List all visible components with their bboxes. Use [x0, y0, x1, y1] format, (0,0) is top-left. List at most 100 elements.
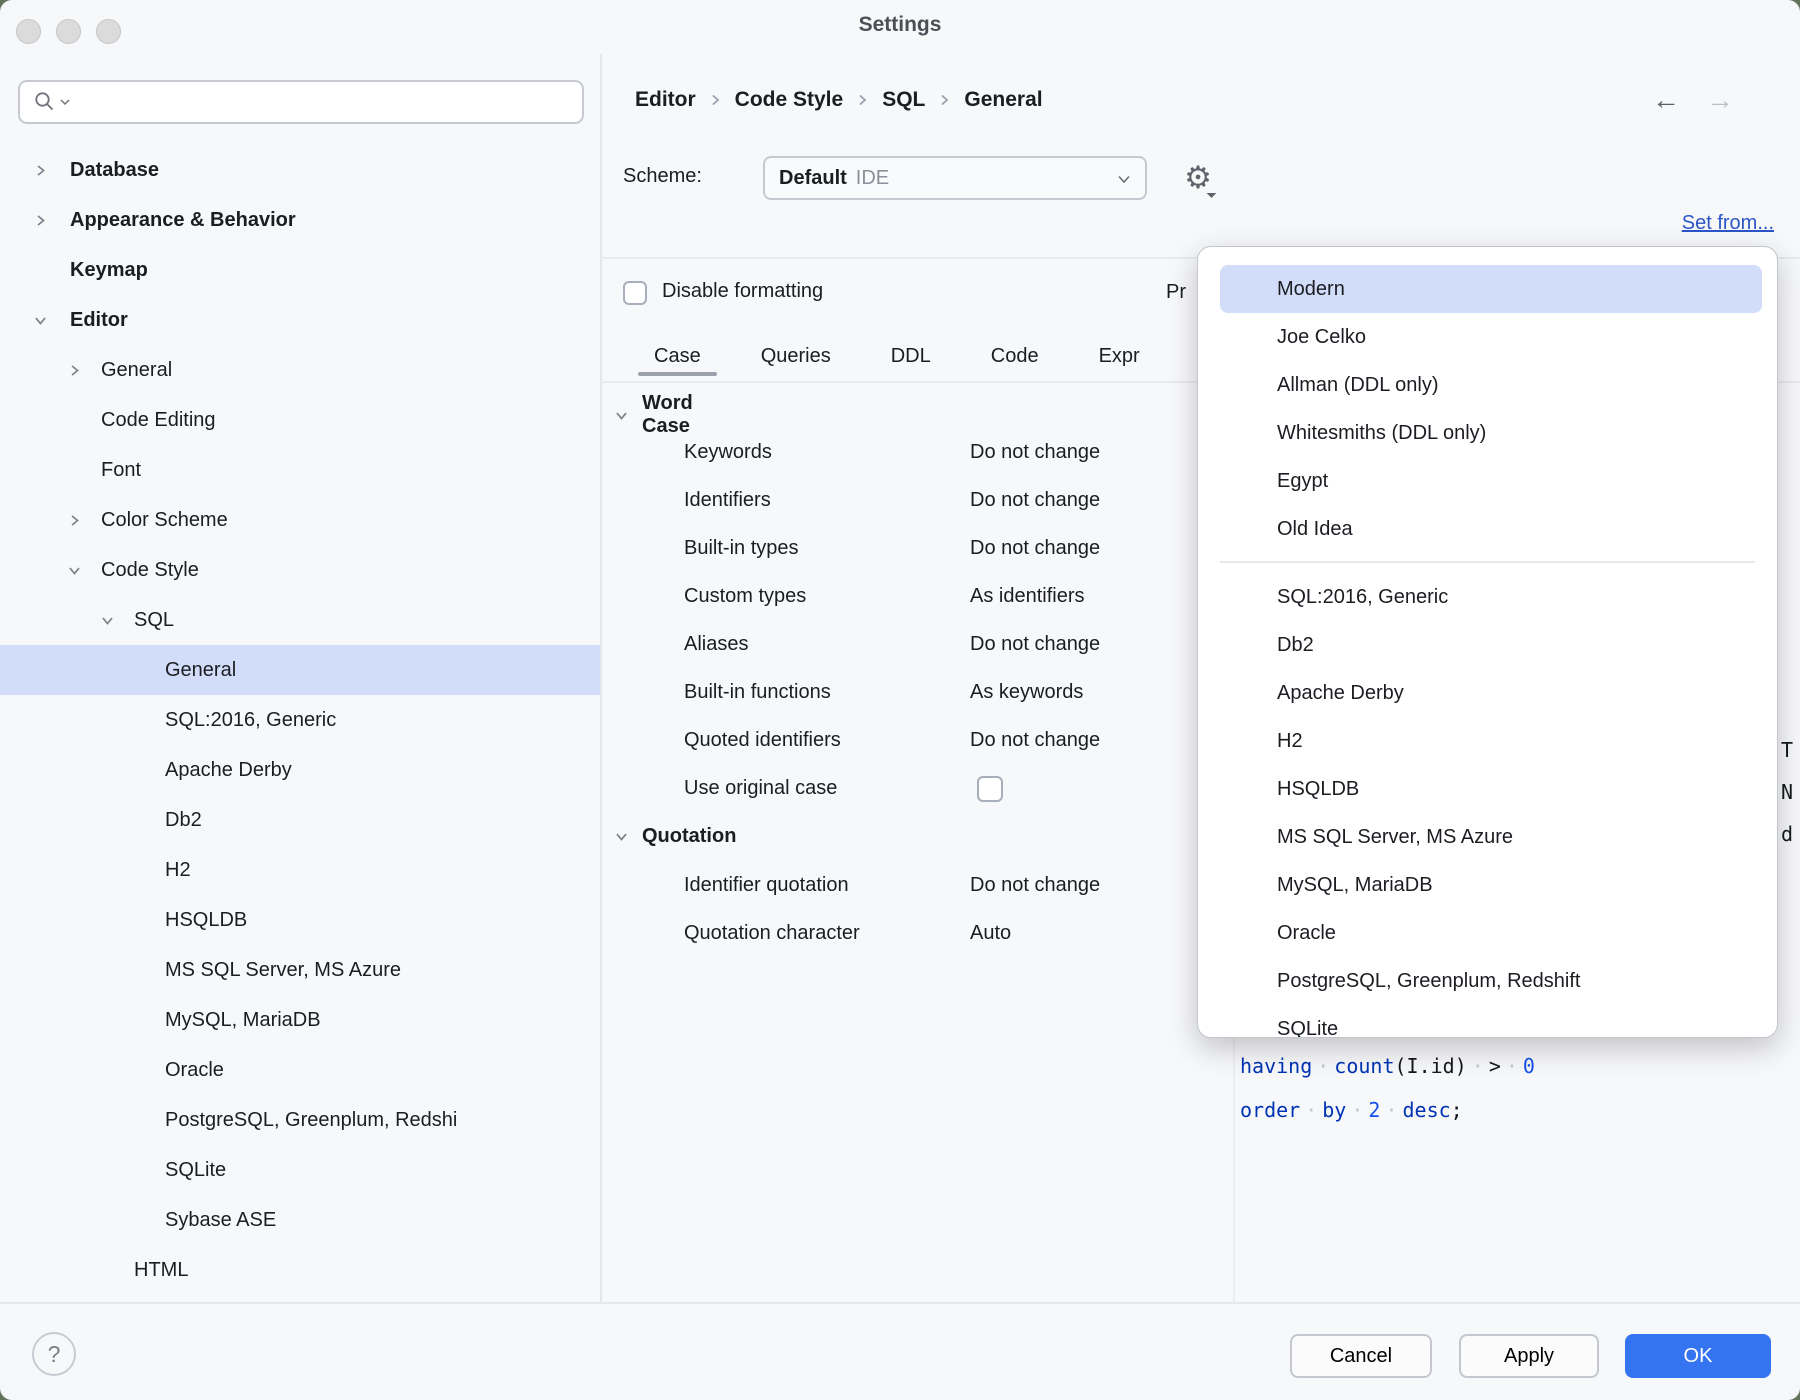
- chevron-down-icon[interactable]: [97, 614, 117, 627]
- chevron-right-icon[interactable]: [64, 364, 84, 377]
- popup-item-sql-2016-generic[interactable]: SQL:2016, Generic: [1198, 573, 1777, 621]
- scheme-actions-button[interactable]: ⚙: [1176, 156, 1220, 200]
- tree-item-ms-sql-server-ms-azure[interactable]: MS SQL Server, MS Azure: [0, 945, 600, 995]
- tab-label: Expr: [1099, 345, 1140, 368]
- popup-item-old-idea[interactable]: Old Idea: [1198, 505, 1777, 553]
- help-button[interactable]: ?: [32, 1332, 76, 1376]
- setting-label-custom-types: Custom types: [684, 585, 806, 608]
- breadcrumb-item-editor: Editor: [635, 88, 696, 112]
- chevron-right-icon[interactable]: [64, 514, 84, 527]
- popup-item-joe-celko[interactable]: Joe Celko: [1198, 313, 1777, 361]
- code-token-ws: ·: [1312, 1054, 1334, 1078]
- tree-item-label: SQL: [134, 609, 174, 632]
- popup-item-apache-derby[interactable]: Apache Derby: [1198, 669, 1777, 717]
- tree-item-mysql-mariadb[interactable]: MySQL, MariaDB: [0, 995, 600, 1045]
- code-token-ws: ·: [1346, 1098, 1368, 1122]
- chevron-right-icon[interactable]: [30, 164, 50, 177]
- popup-item-postgresql-greenplum-redshift[interactable]: PostgreSQL, Greenplum, Redshift: [1198, 957, 1777, 1005]
- scheme-combobox[interactable]: Default IDE: [763, 156, 1147, 200]
- popup-item-modern[interactable]: Modern: [1220, 265, 1762, 313]
- code-token-kw: by: [1322, 1098, 1346, 1122]
- tab-ddl[interactable]: DDL: [875, 334, 947, 378]
- tree-item-general[interactable]: General: [0, 345, 600, 395]
- tree-item-code-editing[interactable]: Code Editing: [0, 395, 600, 445]
- section-collapse-icon[interactable]: [615, 830, 628, 843]
- popup-item-whitesmiths-ddl-only[interactable]: Whitesmiths (DDL only): [1198, 409, 1777, 457]
- setting-value-keywords[interactable]: Do not change: [970, 441, 1100, 464]
- set-from-link[interactable]: Set from...: [1682, 212, 1774, 235]
- scheme-value-suffix: IDE: [856, 167, 889, 190]
- chevron-down-icon[interactable]: [30, 314, 50, 327]
- tree-item-label: Code Editing: [101, 409, 216, 432]
- tree-item-color-scheme[interactable]: Color Scheme: [0, 495, 600, 545]
- setting-label-identifiers: Identifiers: [684, 489, 771, 512]
- tree-item-apache-derby[interactable]: Apache Derby: [0, 745, 600, 795]
- tree-item-html[interactable]: HTML: [0, 1245, 600, 1295]
- section-header-quotation[interactable]: Quotation: [615, 825, 736, 848]
- section-collapse-icon[interactable]: [615, 409, 628, 422]
- tree-item-sql-2016-generic[interactable]: SQL:2016, Generic: [0, 695, 600, 745]
- tree-item-general[interactable]: General: [0, 645, 600, 695]
- apply-button[interactable]: Apply: [1459, 1334, 1599, 1378]
- tree-item-oracle[interactable]: Oracle: [0, 1045, 600, 1095]
- tree-item-db2[interactable]: Db2: [0, 795, 600, 845]
- tree-item-postgresql-greenplum-redshi[interactable]: PostgreSQL, Greenplum, Redshi: [0, 1095, 600, 1145]
- tree-item-sqlite[interactable]: SQLite: [0, 1145, 600, 1195]
- popup-item-mysql-mariadb[interactable]: MySQL, MariaDB: [1198, 861, 1777, 909]
- tree-item-label: PostgreSQL, Greenplum, Redshi: [165, 1109, 457, 1132]
- tree-item-label: HSQLDB: [165, 909, 247, 932]
- code-token-ws: ·: [1501, 1054, 1523, 1078]
- breadcrumb-item-general: General: [964, 88, 1042, 112]
- popup-item-oracle[interactable]: Oracle: [1198, 909, 1777, 957]
- code-token-kw: count: [1334, 1054, 1394, 1078]
- tree-item-keymap[interactable]: Keymap: [0, 245, 600, 295]
- back-arrow-icon[interactable]: ←: [1652, 86, 1680, 114]
- tree-item-sybase-ase[interactable]: Sybase ASE: [0, 1195, 600, 1245]
- setting-value-aliases[interactable]: Do not change: [970, 633, 1100, 656]
- setting-value-quotation-character[interactable]: Auto: [970, 922, 1011, 945]
- tab-code[interactable]: Code: [975, 334, 1055, 378]
- popup-item-db2[interactable]: Db2: [1198, 621, 1777, 669]
- code-token-ws: ·: [1300, 1098, 1322, 1122]
- cancel-button[interactable]: Cancel: [1290, 1334, 1432, 1378]
- tree-item-font[interactable]: Font: [0, 445, 600, 495]
- chevron-right-icon[interactable]: [30, 214, 50, 227]
- ok-button[interactable]: OK: [1625, 1334, 1771, 1378]
- tree-item-sql[interactable]: SQL: [0, 595, 600, 645]
- popup-item-ms-sql-server-ms-azure[interactable]: MS SQL Server, MS Azure: [1198, 813, 1777, 861]
- chevron-down-icon[interactable]: [64, 564, 84, 577]
- tree-item-label: General: [101, 359, 172, 382]
- tree-item-label: Apache Derby: [165, 759, 292, 782]
- titlebar: Settings: [0, 0, 1800, 52]
- tree-item-code-style[interactable]: Code Style: [0, 545, 600, 595]
- popup-item-hsqldb[interactable]: HSQLDB: [1198, 765, 1777, 813]
- section-header-word-case[interactable]: Word Case: [615, 392, 693, 438]
- popup-item-egypt[interactable]: Egypt: [1198, 457, 1777, 505]
- checkbox-use-original-case[interactable]: [977, 776, 1003, 802]
- setting-value-identifiers[interactable]: Do not change: [970, 489, 1100, 512]
- question-mark-icon: ?: [48, 1341, 61, 1368]
- forward-arrow-icon: →: [1706, 86, 1734, 114]
- setting-label-quotation-character: Quotation character: [684, 922, 860, 945]
- search-input[interactable]: [18, 80, 584, 124]
- setting-value-built-in-types[interactable]: Do not change: [970, 537, 1100, 560]
- tree-item-appearance-behavior[interactable]: Appearance & Behavior: [0, 195, 600, 245]
- setting-value-identifier-quotation[interactable]: Do not change: [970, 874, 1100, 897]
- tree-item-hsqldb[interactable]: HSQLDB: [0, 895, 600, 945]
- tree-item-h2[interactable]: H2: [0, 845, 600, 895]
- popup-item-h2[interactable]: H2: [1198, 717, 1777, 765]
- setting-value-built-in-functions[interactable]: As keywords: [970, 681, 1083, 704]
- tree-item-database[interactable]: Database: [0, 145, 600, 195]
- setting-value-quoted-identifiers[interactable]: Do not change: [970, 729, 1100, 752]
- setting-value-custom-types[interactable]: As identifiers: [970, 585, 1085, 608]
- tab-queries[interactable]: Queries: [745, 334, 847, 378]
- popup-item-sqlite[interactable]: SQLite: [1198, 1005, 1777, 1038]
- tab-case[interactable]: Case: [638, 334, 717, 378]
- code-token-ws: ·: [1467, 1054, 1489, 1078]
- popup-item-allman-ddl-only[interactable]: Allman (DDL only): [1198, 361, 1777, 409]
- tree-item-editor[interactable]: Editor: [0, 295, 600, 345]
- preview-code-line: order·by·2·desc;: [1240, 1088, 1535, 1132]
- tab-expr[interactable]: Expr: [1083, 334, 1156, 378]
- tree-item-label: General: [165, 659, 236, 682]
- disable-formatting-checkbox[interactable]: [623, 281, 647, 305]
